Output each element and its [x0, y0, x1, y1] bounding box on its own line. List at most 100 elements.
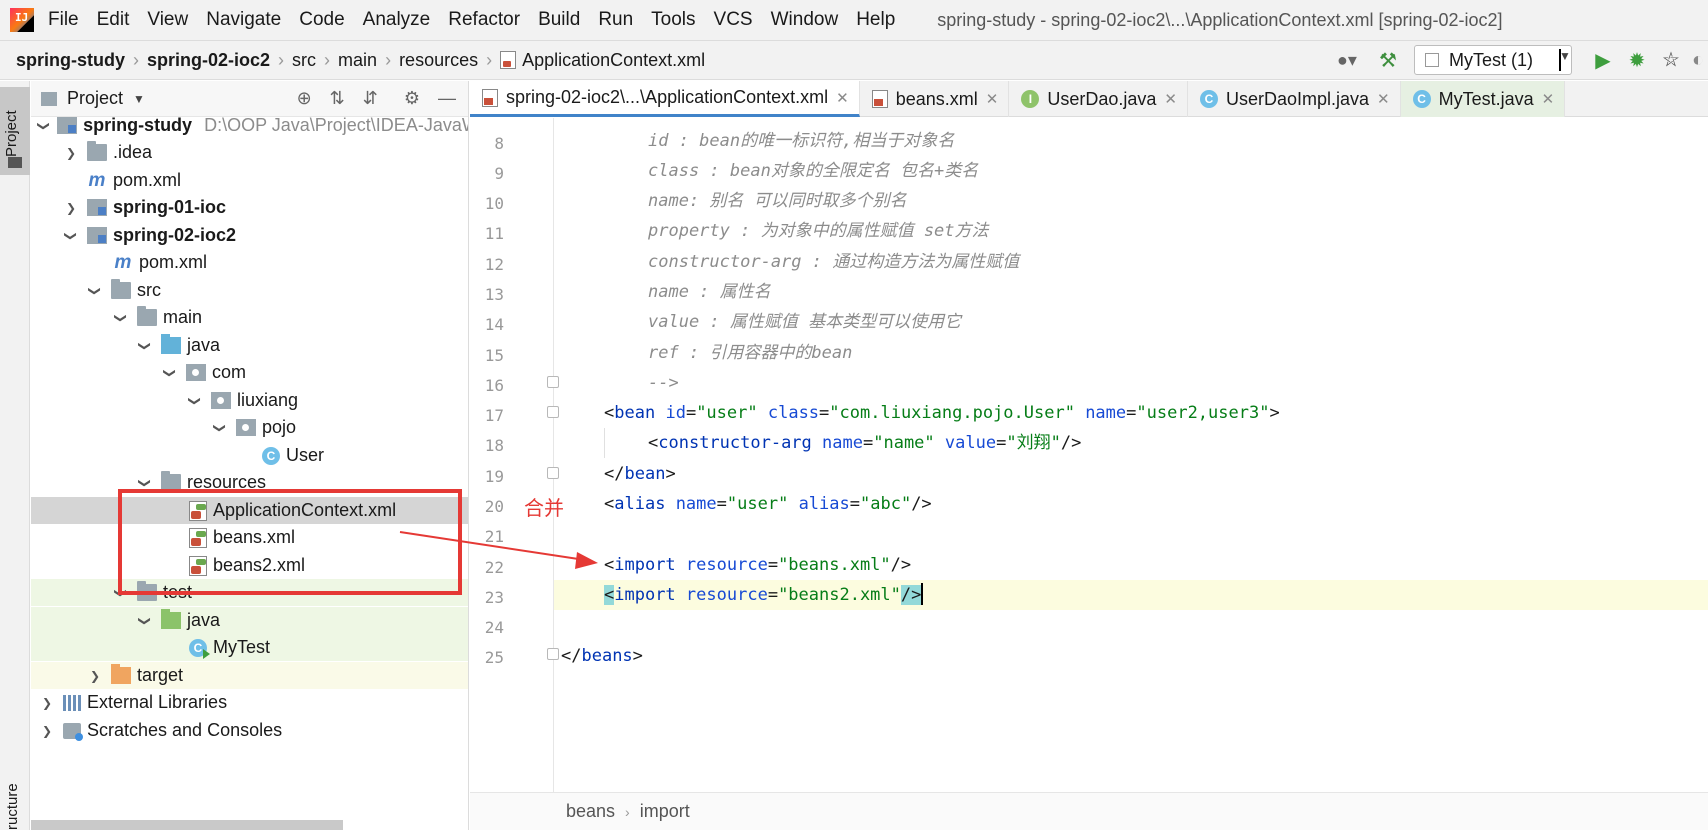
- chevron-down-icon[interactable]: [39, 119, 49, 133]
- line-number-gutter[interactable]: 8 9 10 11 12 13 14 15 16 17 18 19 20 21 …: [470, 118, 585, 792]
- breadcrumb-beans[interactable]: beans: [566, 801, 615, 822]
- chevron-down-icon[interactable]: [137, 614, 153, 628]
- run-configuration-select[interactable]: MyTest (1) ▼: [1414, 45, 1572, 75]
- menu-navigate[interactable]: Navigate: [206, 9, 281, 31]
- line-number: 10: [484, 194, 504, 213]
- tree-node-liuxiang[interactable]: liuxiang: [31, 387, 468, 414]
- intellij-logo-icon[interactable]: IJ: [10, 8, 34, 32]
- chevron-down-icon[interactable]: [113, 311, 129, 325]
- breadcrumb-resources[interactable]: resources: [399, 50, 478, 71]
- menu-bar: IJ File Edit View Navigate Code Analyze …: [0, 0, 1708, 40]
- menu-refactor[interactable]: Refactor: [448, 9, 520, 31]
- profile-icon[interactable]: ◐: [1688, 49, 1708, 72]
- chevron-right-icon[interactable]: [39, 696, 55, 710]
- tab-userdao-java[interactable]: I UserDao.java ✕: [1009, 81, 1188, 117]
- breadcrumb-module[interactable]: spring-02-ioc2: [147, 50, 270, 71]
- structure-tool-tab[interactable]: ructure: [0, 721, 30, 830]
- chevron-down-icon[interactable]: [187, 394, 203, 408]
- xml-value: "beans2.xml": [778, 585, 901, 605]
- code-line-8: id : bean的唯一标识符,相当于对象名: [648, 126, 954, 156]
- tree-node-main[interactable]: main: [31, 304, 468, 331]
- menu-run[interactable]: Run: [598, 9, 633, 31]
- tree-node-spring-02-ioc2[interactable]: spring-02-ioc2: [31, 222, 468, 249]
- menu-code[interactable]: Code: [299, 9, 344, 31]
- tree-node-spring-01-ioc[interactable]: spring-01-ioc: [31, 194, 468, 221]
- breadcrumb-project[interactable]: spring-study: [16, 50, 125, 71]
- code-line-11: property : 为对象中的属性赋值 set方法: [648, 216, 989, 246]
- debug-bug-icon[interactable]: ✹: [1620, 48, 1654, 73]
- tree-node-pom[interactable]: m pom.xml: [31, 249, 468, 276]
- project-tool-tab[interactable]: Project: [0, 87, 30, 175]
- line-number: 9: [494, 164, 504, 183]
- annotation-label: 合并: [524, 496, 564, 520]
- xml-attr: value: [944, 433, 997, 453]
- run-icon[interactable]: ▶: [1586, 48, 1620, 73]
- breadcrumb-src[interactable]: src: [292, 50, 316, 71]
- code-punct: =: [996, 433, 1007, 453]
- chevron-right-icon[interactable]: [63, 146, 79, 160]
- tree-node-pojo[interactable]: pojo: [31, 414, 468, 441]
- menu-vcs[interactable]: VCS: [714, 9, 753, 31]
- line-number: 24: [484, 618, 504, 637]
- tab-userdaoimpl-java[interactable]: C UserDaoImpl.java ✕: [1188, 81, 1401, 117]
- code-punct: =: [862, 433, 874, 453]
- menu-help[interactable]: Help: [856, 9, 895, 31]
- tree-node-scratches[interactable]: Scratches and Consoles: [31, 717, 468, 744]
- tree-node-idea[interactable]: .idea: [31, 139, 468, 166]
- code-line-19: </bean>: [604, 459, 676, 489]
- menu-file[interactable]: File: [48, 9, 79, 31]
- menu-tools[interactable]: Tools: [651, 9, 695, 31]
- menu-analyze[interactable]: Analyze: [363, 9, 431, 31]
- tab-label: UserDaoImpl.java: [1225, 88, 1370, 109]
- minimize-icon[interactable]: —: [438, 88, 456, 109]
- xml-value: "abc": [860, 494, 912, 514]
- user-account-icon[interactable]: ●▾: [1328, 50, 1366, 71]
- tree-node-user[interactable]: C User: [31, 442, 468, 469]
- locate-crosshair-icon[interactable]: ⊕: [297, 88, 312, 109]
- gear-icon[interactable]: ⚙: [404, 88, 420, 109]
- breadcrumb-main[interactable]: main: [338, 50, 377, 71]
- chevron-down-icon[interactable]: [162, 366, 178, 380]
- tree-node-target[interactable]: target: [31, 662, 468, 689]
- line-number: 15: [484, 346, 504, 365]
- close-icon[interactable]: ✕: [836, 89, 849, 107]
- chevron-right-icon[interactable]: [63, 201, 79, 215]
- chevron-down-icon[interactable]: [87, 284, 103, 298]
- chevron-down-icon[interactable]: ▼: [133, 92, 145, 106]
- collapse-all-icon[interactable]: ⇵: [363, 88, 378, 109]
- tree-node-external-libraries[interactable]: External Libraries: [31, 689, 468, 716]
- tree-node-com[interactable]: com: [31, 359, 468, 386]
- menu-window[interactable]: Window: [771, 9, 839, 31]
- breadcrumb-import[interactable]: import: [640, 801, 690, 822]
- tree-node-spring-study[interactable]: spring-study D:\OOP Java\Project\IDEA-Ja…: [31, 112, 468, 139]
- chevron-down-icon[interactable]: [63, 229, 79, 243]
- chevron-down-icon[interactable]: [212, 421, 228, 435]
- horizontal-scrollbar[interactable]: [31, 820, 343, 830]
- tree-node-mytest[interactable]: C MyTest: [31, 634, 468, 661]
- chevron-right-icon[interactable]: [39, 724, 55, 738]
- code-punct: <: [604, 555, 615, 575]
- tree-node-src[interactable]: src: [31, 277, 468, 304]
- close-icon[interactable]: ✕: [986, 90, 999, 108]
- project-view-select[interactable]: Project: [67, 88, 123, 109]
- tab-beans-xml[interactable]: beans.xml ✕: [860, 81, 1010, 117]
- menu-view[interactable]: View: [147, 9, 188, 31]
- chevron-down-icon[interactable]: [137, 476, 153, 490]
- tree-node-java[interactable]: java: [31, 332, 468, 359]
- chevron-right-icon[interactable]: [87, 669, 103, 683]
- menu-edit[interactable]: Edit: [97, 9, 130, 31]
- coverage-icon[interactable]: ⛦: [1654, 49, 1688, 72]
- chevron-down-icon[interactable]: [137, 339, 153, 353]
- menu-build[interactable]: Build: [538, 9, 580, 31]
- close-icon[interactable]: ✕: [1377, 90, 1390, 108]
- tree-node-test-java[interactable]: java: [31, 607, 468, 634]
- tree-node-pom[interactable]: m pom.xml: [31, 167, 468, 194]
- tab-mytest-java[interactable]: C MyTest.java ✕: [1400, 81, 1566, 117]
- close-icon[interactable]: ✕: [1164, 90, 1177, 108]
- breadcrumb-file[interactable]: ApplicationContext.xml: [522, 50, 705, 71]
- close-icon[interactable]: ✕: [1542, 90, 1555, 108]
- code-editor[interactable]: id : bean的唯一标识符,相当于对象名 class : bean对象的全限…: [554, 118, 1708, 792]
- expand-all-icon[interactable]: ⇅: [330, 88, 345, 109]
- build-hammer-icon[interactable]: ⚒: [1374, 48, 1402, 73]
- tab-applicationcontext-xml[interactable]: spring-02-ioc2\...\ApplicationContext.xm…: [470, 81, 860, 117]
